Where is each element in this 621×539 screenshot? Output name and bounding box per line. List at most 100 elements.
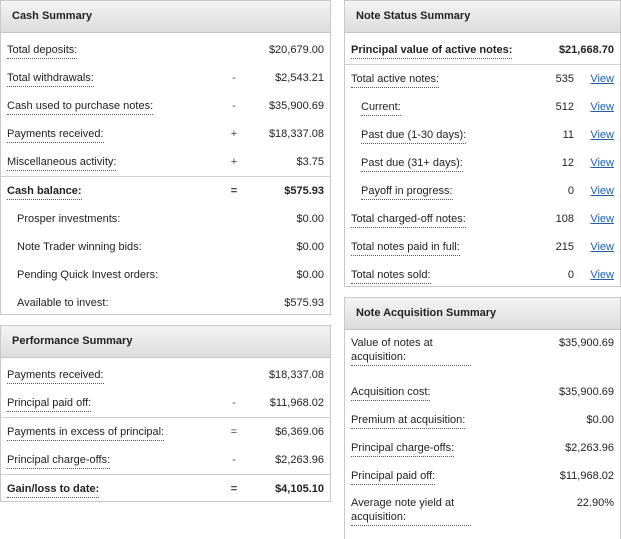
ns-row-paid-in-full: Total notes paid in full: 215 View — [345, 233, 620, 261]
prosper-investments-value: $0.00 — [296, 213, 324, 225]
acq-row-average-yield: Average note yield at acquisition: 22.90… — [345, 490, 620, 538]
ns-row-past-due-31: Past due (31+ days): 12 View — [345, 149, 620, 177]
cash-used-label[interactable]: Cash used to purchase notes: — [7, 99, 154, 115]
note-acquisition-summary-title: Note Acquisition Summary — [345, 298, 620, 330]
ns-row-past-due-1-30: Past due (1-30 days): 11 View — [345, 121, 620, 149]
acquisition-cost-value: $35,900.69 — [558, 386, 614, 398]
cash-row-cash-used: Cash used to purchase notes: - $35,900.6… — [1, 92, 330, 120]
charged-off-notes-label[interactable]: Total charged-off notes: — [351, 212, 466, 228]
cash-row-pending-quick-invest: Pending Quick Invest orders: $0.00 — [1, 261, 330, 289]
cash-balance-label[interactable]: Cash balance: — [7, 184, 82, 200]
payments-received-value: $18,337.08 — [268, 128, 324, 140]
view-paid-in-full-link[interactable]: View — [590, 233, 614, 261]
cash-row-available-to-invest: Available to invest: $575.93 — [1, 289, 330, 317]
acq-row-principal-charge-offs: Principal charge-offs: $2,263.96 — [345, 434, 620, 462]
cash-summary-title: Cash Summary — [1, 1, 330, 33]
total-withdrawals-label[interactable]: Total withdrawals: — [7, 71, 94, 87]
payoff-in-progress-value: 0 — [567, 185, 574, 197]
pending-quick-invest-label: Pending Quick Invest orders: — [17, 269, 159, 281]
cash-row-total-withdrawals: Total withdrawals: - $2,543.21 — [1, 64, 330, 92]
past-due-1-30-label[interactable]: Past due (1-30 days): — [361, 128, 467, 144]
ns-row-current: Current: 512 View — [345, 93, 620, 121]
view-past-due-1-30-link[interactable]: View — [590, 121, 614, 149]
cash-summary-panel: Cash Summary Total deposits: $20,679.00 … — [0, 0, 331, 315]
total-active-notes-value: 535 — [555, 73, 574, 85]
view-payoff-link[interactable]: View — [590, 177, 614, 205]
note-acquisition-summary-panel: Note Acquisition Summary Value of notes … — [344, 297, 621, 539]
past-due-31-value: 12 — [561, 157, 574, 169]
total-deposits-value: $20,679.00 — [268, 44, 324, 56]
perf-row-payments-excess: Payments in excess of principal: = $6,36… — [1, 417, 330, 446]
current-label[interactable]: Current: — [361, 100, 401, 116]
principal-value-active-label[interactable]: Principal value of active notes: — [351, 43, 513, 59]
perf-gain-loss-label[interactable]: Gain/loss to date: — [7, 482, 100, 498]
cash-row-prosper-investments: Prosper investments: $0.00 — [1, 205, 330, 233]
total-active-notes-label[interactable]: Total active notes: — [351, 72, 440, 88]
past-due-1-30-value: 11 — [562, 129, 574, 141]
ns-row-total-active: Total active notes: 535 View — [345, 64, 620, 93]
view-total-active-link[interactable]: View — [590, 65, 614, 93]
total-deposits-label[interactable]: Total deposits: — [7, 43, 78, 59]
acq-row-premium: Premium at acquisition: $0.00 — [345, 406, 620, 434]
cash-row-total-deposits: Total deposits: $20,679.00 — [1, 36, 330, 64]
principal-value-active-value: $21,668.70 — [558, 44, 614, 56]
premium-label[interactable]: Premium at acquisition: — [351, 413, 466, 429]
perf-row-gain-loss: Gain/loss to date: = $4,105.10 — [1, 474, 330, 503]
perf-payments-excess-label[interactable]: Payments in excess of principal: — [7, 425, 165, 441]
view-notes-sold-link[interactable]: View — [590, 261, 614, 289]
perf-gain-loss-value: $4,105.10 — [275, 483, 324, 495]
payoff-in-progress-label[interactable]: Payoff in progress: — [361, 184, 453, 200]
perf-row-principal-paid-off: Principal paid off: - $11,968.02 — [1, 389, 330, 417]
view-charged-off-link[interactable]: View — [590, 205, 614, 233]
cash-row-cash-balance: Cash balance: = $575.93 — [1, 176, 330, 205]
performance-summary-panel: Performance Summary Payments received: $… — [0, 325, 331, 502]
current-value: 512 — [555, 101, 574, 113]
available-to-invest-label: Available to invest: — [17, 297, 109, 309]
ns-row-payoff-in-progress: Payoff in progress: 0 View — [345, 177, 620, 205]
past-due-31-label[interactable]: Past due (31+ days): — [361, 156, 463, 172]
performance-summary-title: Performance Summary — [1, 326, 330, 358]
note-status-summary-title: Note Status Summary — [345, 1, 620, 33]
ns-row-principal-value: Principal value of active notes: $21,668… — [345, 36, 620, 64]
note-trader-bids-label: Note Trader winning bids: — [17, 241, 142, 253]
available-to-invest-value: $575.93 — [284, 297, 324, 309]
cash-row-note-trader-bids: Note Trader winning bids: $0.00 — [1, 233, 330, 261]
notes-sold-label[interactable]: Total notes sold: — [351, 268, 431, 284]
cash-row-payments-received: Payments received: + $18,337.08 — [1, 120, 330, 148]
value-at-acquisition-label[interactable]: Value of notes at acquisition: — [351, 336, 471, 366]
cash-balance-value: $575.93 — [284, 185, 324, 197]
acq-row-acquisition-cost: Acquisition cost: $35,900.69 — [345, 378, 620, 406]
view-past-due-31-link[interactable]: View — [590, 149, 614, 177]
value-at-acquisition-value: $35,900.69 — [558, 337, 614, 349]
perf-row-payments-received: Payments received: $18,337.08 — [1, 361, 330, 389]
payments-received-label[interactable]: Payments received: — [7, 127, 104, 143]
perf-principal-charge-offs-value: $2,263.96 — [275, 454, 324, 466]
perf-payments-received-value: $18,337.08 — [268, 369, 324, 381]
perf-payments-excess-value: $6,369.06 — [275, 426, 324, 438]
average-yield-label[interactable]: Average note yield at acquisition: — [351, 496, 471, 526]
paid-in-full-label[interactable]: Total notes paid in full: — [351, 240, 460, 256]
cash-used-value: $35,900.69 — [268, 100, 324, 112]
acq-principal-charge-offs-label[interactable]: Principal charge-offs: — [351, 441, 455, 457]
prosper-investments-label: Prosper investments: — [17, 213, 121, 225]
perf-principal-paid-off-value: $11,968.02 — [269, 397, 324, 409]
premium-value: $0.00 — [586, 414, 614, 426]
note-trader-bids-value: $0.00 — [296, 241, 324, 253]
ns-row-notes-sold: Total notes sold: 0 View — [345, 261, 620, 289]
acq-row-value-at-acquisition: Value of notes at acquisition: $35,900.6… — [345, 330, 620, 378]
paid-in-full-value: 215 — [555, 241, 574, 253]
acquisition-cost-label[interactable]: Acquisition cost: — [351, 385, 431, 401]
charged-off-notes-value: 108 — [555, 213, 574, 225]
acq-principal-charge-offs-value: $2,263.96 — [565, 442, 614, 454]
acq-principal-paid-off-label[interactable]: Principal paid off: — [351, 469, 436, 485]
notes-sold-value: 0 — [567, 269, 574, 281]
cash-row-misc-activity: Miscellaneous activity: + $3.75 — [1, 148, 330, 176]
perf-payments-received-label[interactable]: Payments received: — [7, 368, 104, 384]
pending-quick-invest-value: $0.00 — [296, 269, 324, 281]
misc-activity-value: $3.75 — [296, 156, 324, 168]
misc-activity-label[interactable]: Miscellaneous activity: — [7, 155, 117, 171]
perf-principal-charge-offs-label[interactable]: Principal charge-offs: — [7, 453, 111, 469]
view-current-link[interactable]: View — [590, 93, 614, 121]
perf-principal-paid-off-label[interactable]: Principal paid off: — [7, 396, 92, 412]
average-yield-value: 22.90% — [576, 497, 614, 509]
